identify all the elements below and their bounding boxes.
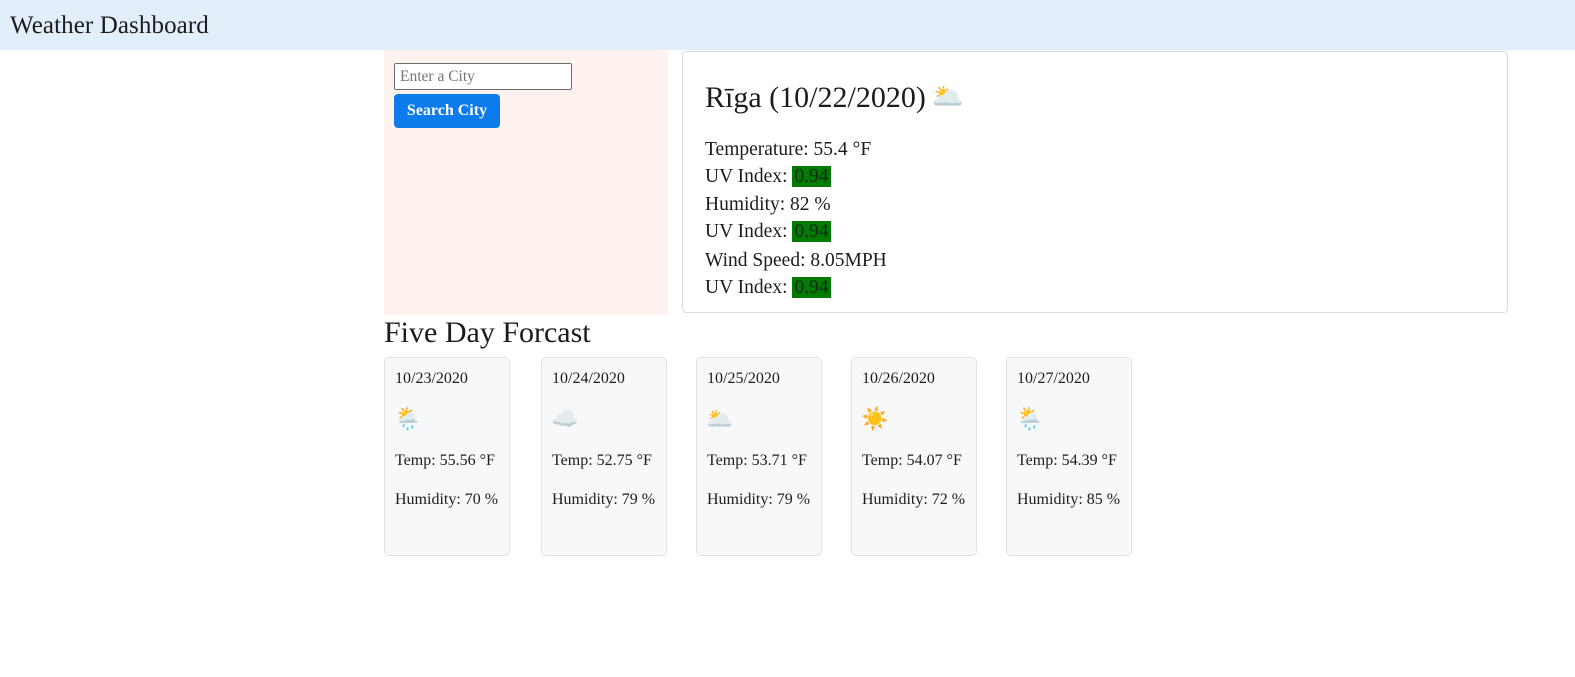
uv-index-value-3: 0.94 <box>792 277 831 298</box>
forecast-temp: Temp: 52.75 °F <box>552 452 652 469</box>
forecast-card-5: 10/27/2020 🌦️ Temp: 54.39 °F Humidity: 8… <box>1006 357 1132 556</box>
forecast-humidity: Humidity: 79 % <box>707 491 811 508</box>
uv-index-row-temperature: UV Index: 0.94 <box>705 163 871 190</box>
forecast-temp: Temp: 53.71 °F <box>707 452 807 469</box>
uv-index-label-3: UV Index: <box>705 277 793 298</box>
forecast-card-2: 10/24/2020 ☁️ Temp: 52.75 °F Humidity: 7… <box>541 357 667 556</box>
search-panel: Search City <box>384 50 668 315</box>
rain-with-sun-icon: 🌦️ <box>1016 406 1044 431</box>
humidity-value: Humidity: 82 % <box>705 194 831 215</box>
forecast-date: 10/23/2020 <box>395 370 468 387</box>
current-weather-card: Rīga (10/22/2020) 🌥️ Temperature: 55.4 °F… <box>682 51 1508 313</box>
forecast-card-3: 10/25/2020 🌥️ Temp: 53.71 °F Humidity: 7… <box>696 357 822 556</box>
uv-index-value-2: 0.94 <box>792 221 831 242</box>
search-input[interactable] <box>394 63 572 90</box>
broken-clouds-icon: 🌥️ <box>706 406 734 431</box>
app-header: Weather Dashboard <box>0 0 1575 50</box>
page-title: Weather Dashboard <box>10 12 209 39</box>
uv-index-row-humidity: UV Index: 0.94 <box>705 218 831 245</box>
forecast-row: 10/23/2020 🌦️ Temp: 55.56 °F Humidity: 7… <box>384 357 1384 557</box>
current-city-title-text: Rīga (10/22/2020) <box>705 81 926 114</box>
uv-index-row-wind: UV Index: 0.94 <box>705 274 887 301</box>
wind-speed-value: Wind Speed: 8.05MPH <box>705 250 887 271</box>
sun-icon: ☀️ <box>861 406 889 431</box>
uv-index-value-1: 0.94 <box>792 166 831 187</box>
forecast-date: 10/25/2020 <box>707 370 780 387</box>
forecast-card-4: 10/26/2020 ☀️ Temp: 54.07 °F Humidity: 7… <box>851 357 977 556</box>
forecast-humidity: Humidity: 70 % <box>395 491 499 508</box>
forecast-date: 10/27/2020 <box>1017 370 1090 387</box>
search-city-button[interactable]: Search City <box>394 94 500 128</box>
forecast-heading: Five Day Forcast <box>384 316 591 349</box>
wind-speed-stat: Wind Speed: 8.05MPH UV Index: 0.94 <box>705 247 887 301</box>
uv-index-label-1: UV Index: <box>705 166 793 187</box>
forecast-date: 10/24/2020 <box>552 370 625 387</box>
broken-clouds-icon: 🌥️ <box>931 82 965 111</box>
forecast-temp: Temp: 54.07 °F <box>862 452 962 469</box>
uv-index-label-2: UV Index: <box>705 221 793 242</box>
forecast-humidity: Humidity: 79 % <box>552 491 656 508</box>
forecast-temp: Temp: 55.56 °F <box>395 452 495 469</box>
temperature-value: Temperature: 55.4 °F <box>705 139 872 160</box>
forecast-humidity: Humidity: 85 % <box>1017 491 1121 508</box>
temperature-stat: Temperature: 55.4 °F UV Index: 0.94 <box>705 136 871 190</box>
current-city-heading: Rīga (10/22/2020) 🌥️ <box>705 78 964 117</box>
forecast-humidity: Humidity: 72 % <box>862 491 966 508</box>
cloud-icon: ☁️ <box>551 406 579 431</box>
forecast-card-1: 10/23/2020 🌦️ Temp: 55.56 °F Humidity: 7… <box>384 357 510 556</box>
rain-with-sun-icon: 🌦️ <box>394 406 422 431</box>
forecast-temp: Temp: 54.39 °F <box>1017 452 1117 469</box>
humidity-stat: Humidity: 82 % UV Index: 0.94 <box>705 191 831 245</box>
forecast-date: 10/26/2020 <box>862 370 935 387</box>
